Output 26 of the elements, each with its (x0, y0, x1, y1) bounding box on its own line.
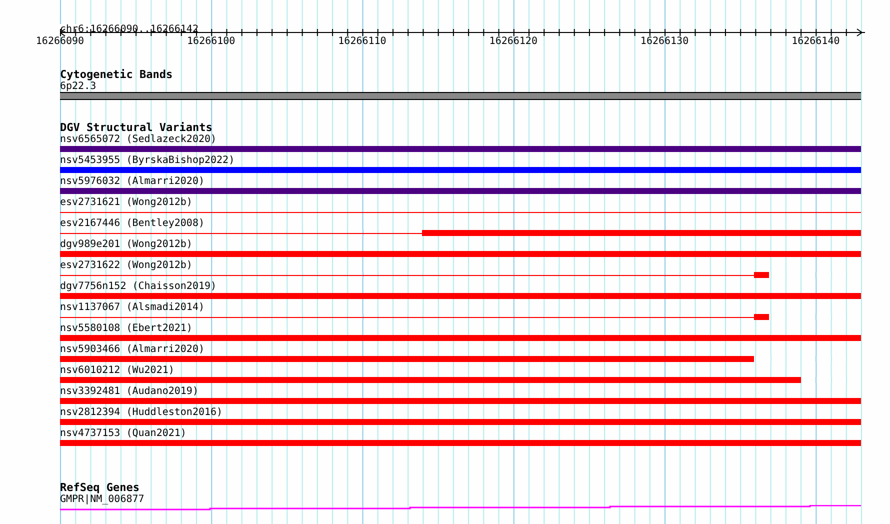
gene-label: GMPR|NM_006877 (60, 494, 144, 505)
variant-label: nsv5453955 (ByrskaBishop2022) (60, 155, 235, 167)
ruler-tick-label: 16266120 (489, 36, 538, 48)
variant-label: nsv6565072 (Sedlazeck2020) (60, 134, 217, 146)
ruler-tick-label: 16266090 (36, 36, 84, 48)
band-label: 6p22.3 (60, 81, 96, 92)
variant-label: nsv2812394 (Huddleston2016) (60, 407, 223, 419)
variant-label: dgv7756n152 (Chaisson2019) (60, 281, 217, 293)
variant-label: esv2731621 (Wong2012b) (60, 197, 192, 209)
variant-label: nsv5903466 (Almarri2020) (60, 344, 204, 356)
ruler-tick-label: 16266140 (792, 36, 840, 48)
track-title: Cytogenetic Bands (60, 68, 173, 81)
ruler-tick-label: 16266110 (338, 36, 386, 48)
variant-label: nsv4737153 (Quan2021) (60, 428, 186, 440)
variant-label: nsv5976032 (Almarri2020) (60, 176, 204, 188)
variant-label: esv2731622 (Wong2012b) (60, 260, 192, 272)
variant-label: nsv5580108 (Ebert2021) (60, 323, 192, 335)
ruler-tick-label: 16266130 (640, 36, 689, 48)
variant-label: nsv3392481 (Audano2019) (60, 386, 198, 398)
ruler-tick-label: 16266100 (187, 36, 236, 48)
track-title: RefSeq Genes (60, 482, 140, 494)
variant-label: dgv989e201 (Wong2012b) (60, 239, 192, 251)
track-title: DGV Structural Variants (60, 122, 212, 134)
variant-label: nsv1137067 (Alsmadi2014) (60, 302, 204, 314)
variant-label: esv2167446 (Bentley2008) (60, 218, 204, 230)
variant-label: nsv6010212 (Wu2021) (60, 365, 174, 377)
